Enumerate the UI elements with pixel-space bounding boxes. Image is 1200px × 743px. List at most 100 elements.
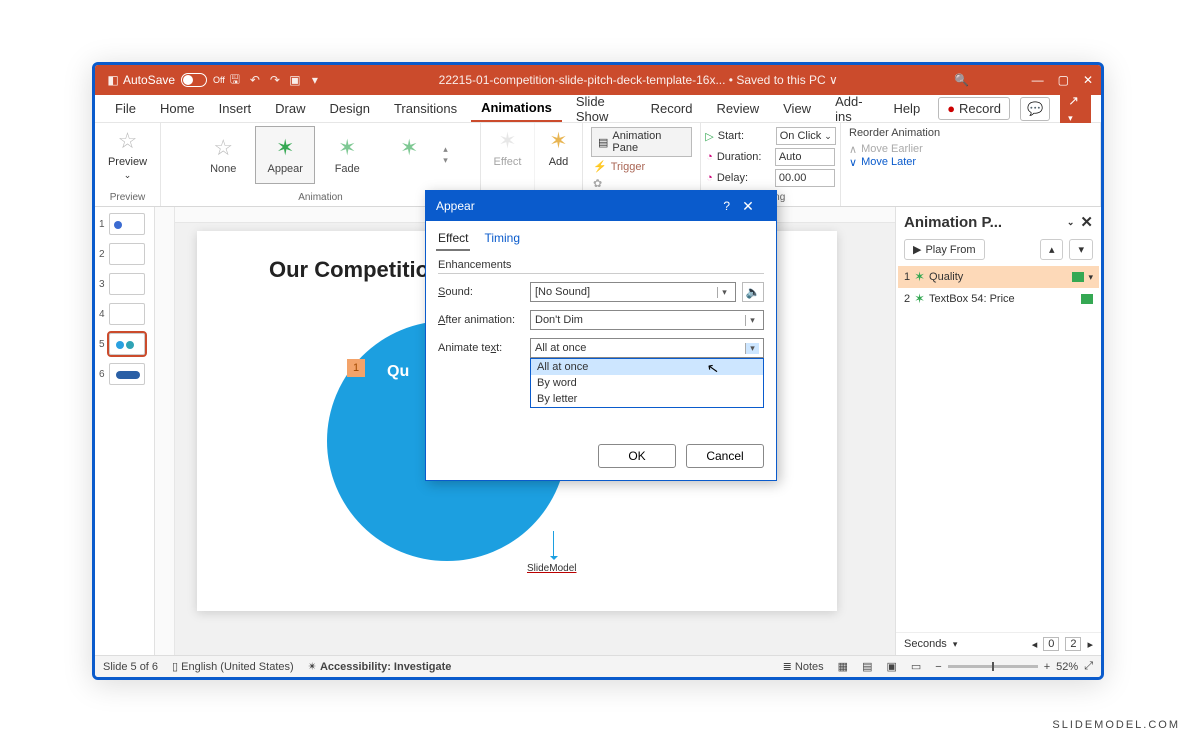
animation-painter-button[interactable]: ✿ (591, 176, 604, 191)
dialog-help-icon[interactable]: ? (723, 199, 730, 213)
save-icon[interactable]: 🖫 (225, 70, 245, 91)
gallery-more-icon[interactable]: ▴▾ (441, 126, 448, 184)
delay-input[interactable]: 00.00 (775, 169, 835, 187)
cancel-button[interactable]: Cancel (686, 444, 764, 468)
start-select[interactable]: On Click⌄ (776, 127, 836, 145)
close-icon[interactable]: ✕ (1083, 73, 1093, 87)
arrow-down-icon (553, 531, 554, 559)
add-animation-button[interactable]: ✶ Add (543, 126, 575, 170)
share-button[interactable]: ↗ ▾ (1060, 90, 1091, 127)
zoom-control[interactable]: − + 52% ⤢ (935, 660, 1093, 673)
tab-home[interactable]: Home (150, 96, 205, 121)
duration-row: ◔Duration: Auto (706, 148, 835, 166)
tab-animations[interactable]: Animations (471, 95, 562, 122)
move-earlier-button: ∧ Move Earlier (849, 143, 923, 156)
zoom-value: 52% (1056, 661, 1078, 673)
animpane-item-2[interactable]: 2✶ TextBox 54: Price (898, 288, 1099, 310)
tab-design[interactable]: Design (320, 96, 380, 121)
lang-indicator[interactable]: ▯ English (United States) (172, 660, 294, 673)
comments-button[interactable]: 💬 (1020, 97, 1050, 121)
dialog-close-icon[interactable]: ✕ (730, 198, 766, 215)
slide-thumbnails[interactable]: 1 2 3 4 5 6 (95, 207, 155, 655)
animation-pane-button[interactable]: ▤ Animation Pane (591, 127, 692, 157)
anim-fade[interactable]: ✶Fade (317, 126, 377, 184)
animpane-chevron-icon[interactable]: ⌄ (1067, 217, 1075, 228)
record-button[interactable]: ●Record (938, 97, 1010, 120)
thumb-4[interactable]: 4 (99, 303, 150, 325)
play-from-button[interactable]: ▶ Play From (904, 239, 985, 260)
qat-overflow-icon[interactable]: ▾ (305, 73, 325, 87)
animpane-list[interactable]: 1✶ Quality ▾ 2✶ TextBox 54: Price (896, 266, 1101, 632)
timeline-left-icon[interactable]: ◂ (1032, 638, 1038, 651)
duration-input[interactable]: Auto (775, 148, 835, 166)
sound-label: Sound: (438, 286, 530, 298)
trigger-button[interactable]: ⚡ Trigger (591, 157, 647, 176)
anim-appear[interactable]: ✶Appear (255, 126, 315, 184)
option-by-letter[interactable]: By letter (531, 391, 763, 407)
animpane-close-icon[interactable]: ✕ (1080, 213, 1093, 231)
sound-select[interactable]: [No Sound]▾ (530, 282, 736, 302)
redo-icon[interactable]: ↷ (265, 73, 285, 87)
move-down-button[interactable]: ▾ (1069, 239, 1093, 260)
search-icon[interactable]: 🔍 (952, 73, 972, 87)
animate-text-label: Animate text: (438, 342, 530, 354)
after-animation-label: After animation: (438, 314, 530, 326)
slide-count: Slide 5 of 6 (103, 661, 158, 673)
notes-button[interactable]: ≣ Notes (783, 660, 824, 673)
maximize-icon[interactable]: ▢ (1058, 73, 1069, 87)
view-slideshow-icon[interactable]: ▭ (911, 660, 921, 673)
autosave-label: AutoSave (123, 73, 175, 87)
tab-review[interactable]: Review (707, 96, 770, 121)
thumb-3[interactable]: 3 (99, 273, 150, 295)
appear-dialog: Appear ? ✕ Effect Timing Enhancements So… (425, 190, 777, 481)
fit-icon[interactable]: ⤢ (1084, 660, 1093, 673)
present-icon[interactable]: ▣ (285, 73, 305, 87)
timeline-right-icon[interactable]: ▸ (1087, 638, 1093, 651)
tab-view[interactable]: View (773, 96, 821, 121)
animation-gallery[interactable]: ☆None ✶Appear ✶Fade ✶ ▴▾ (193, 126, 448, 184)
tab-draw[interactable]: Draw (265, 96, 315, 121)
anim-none[interactable]: ☆None (193, 126, 253, 184)
group-preview: Preview (110, 190, 146, 205)
watermark: SLIDEMODEL.COM (1052, 719, 1180, 731)
tab-insert[interactable]: Insert (209, 96, 262, 121)
view-sorter-icon[interactable]: ▤ (862, 660, 872, 673)
ribbon-tabs: File Home Insert Draw Design Transitions… (95, 95, 1101, 123)
zoom-slider[interactable] (948, 665, 1038, 668)
document-title: 22215-01-competition-slide-pitch-deck-te… (325, 73, 952, 87)
tab-record[interactable]: Record (641, 96, 703, 121)
undo-icon[interactable]: ↶ (245, 73, 265, 87)
move-up-button[interactable]: ▴ (1040, 239, 1064, 260)
animate-text-select[interactable]: All at once▾ All at once By word By lett… (530, 338, 764, 358)
thumb-5[interactable]: 5 (99, 333, 150, 355)
minimize-icon[interactable]: — (1032, 73, 1044, 87)
view-reading-icon[interactable]: ▣ (886, 660, 896, 673)
option-all-at-once[interactable]: All at once (531, 359, 763, 375)
anim-more[interactable]: ✶ (379, 126, 439, 184)
ok-button[interactable]: OK (598, 444, 676, 468)
vertical-ruler (155, 207, 175, 655)
dialog-titlebar[interactable]: Appear ? ✕ (426, 191, 776, 221)
dialog-tab-timing[interactable]: Timing (482, 227, 522, 251)
dialog-tab-effect[interactable]: Effect (436, 227, 470, 251)
move-later-button[interactable]: ∨ Move Later (849, 156, 916, 169)
preview-button[interactable]: ☆ Preview ⌄ (102, 126, 153, 183)
animation-tag[interactable]: 1 (347, 359, 365, 377)
view-normal-icon[interactable]: ▦ (838, 660, 848, 673)
option-by-word[interactable]: By word (531, 375, 763, 391)
thumb-1[interactable]: 1 (99, 213, 150, 235)
thumb-6[interactable]: 6 (99, 363, 150, 385)
accessibility-button[interactable]: ✴ Accessibility: Investigate (308, 660, 452, 673)
thumb-2[interactable]: 2 (99, 243, 150, 265)
autosave-switch[interactable] (181, 73, 207, 87)
zoom-in-icon[interactable]: + (1044, 661, 1050, 673)
tab-transitions[interactable]: Transitions (384, 96, 467, 121)
after-animation-select[interactable]: Don't Dim▾ (530, 310, 764, 330)
sound-preview-icon[interactable]: 🔈 (742, 282, 764, 302)
tab-help[interactable]: Help (883, 96, 930, 121)
autosave-toggle[interactable]: AutoSave Off (123, 73, 225, 87)
animpane-item-1[interactable]: 1✶ Quality ▾ (898, 266, 1099, 288)
zoom-out-icon[interactable]: − (935, 661, 941, 673)
animate-text-dropdown[interactable]: All at once By word By letter (530, 358, 764, 408)
tab-file[interactable]: File (105, 96, 146, 121)
